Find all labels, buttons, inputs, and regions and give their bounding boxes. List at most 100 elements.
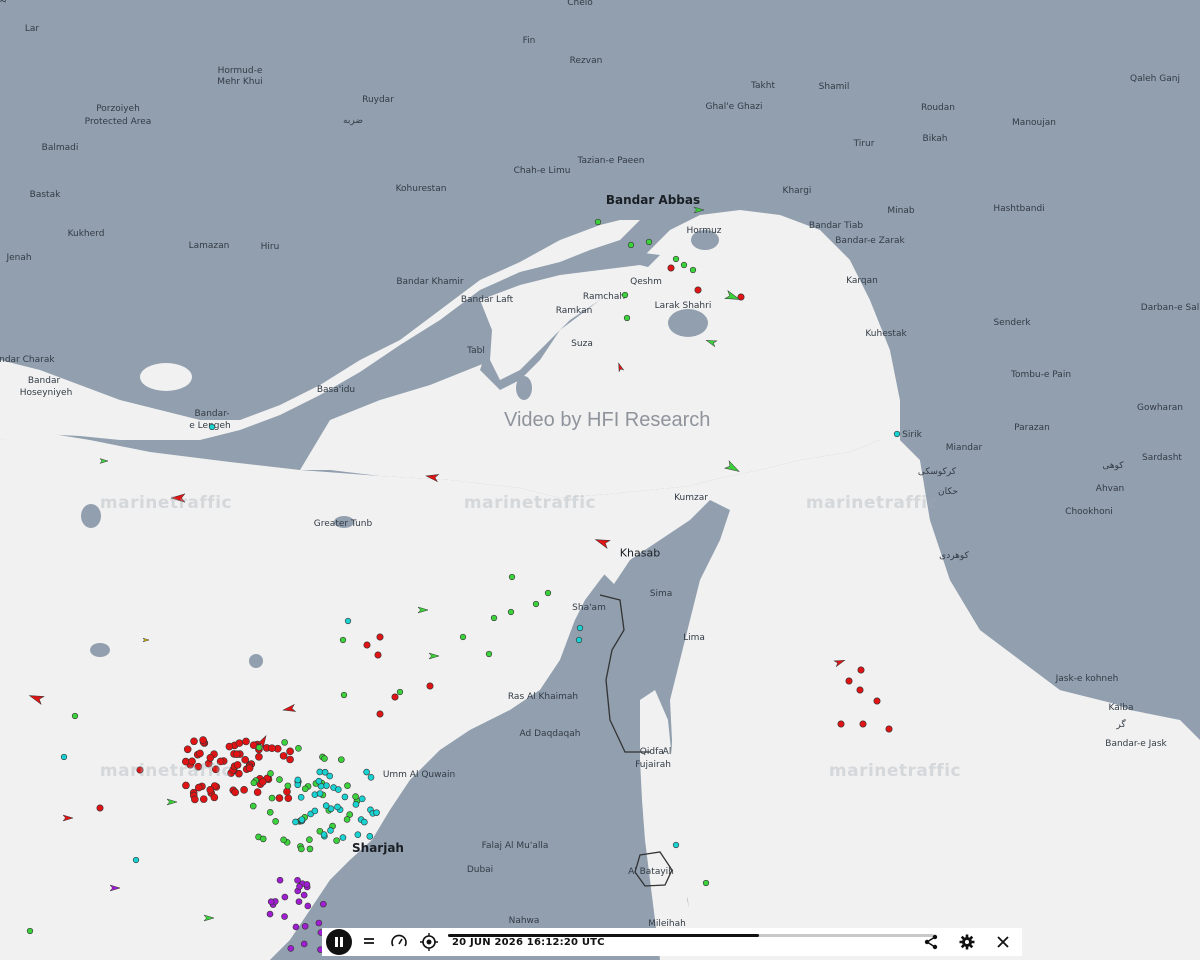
vessel-marker[interactable] <box>183 745 192 754</box>
vessel-marker[interactable] <box>343 816 351 823</box>
vessel-marker[interactable] <box>292 923 300 931</box>
vessel-marker[interactable] <box>627 241 635 249</box>
vessel-marker[interactable] <box>231 788 239 797</box>
vessel-marker[interactable] <box>300 891 308 899</box>
vessel-marker[interactable] <box>507 608 515 616</box>
vessel-marker[interactable] <box>281 893 289 901</box>
speed-button[interactable] <box>386 929 412 955</box>
vessel-marker[interactable] <box>485 650 493 658</box>
vessel-marker[interactable] <box>287 945 295 952</box>
vessel-arrow[interactable] <box>594 536 611 550</box>
vessel-marker[interactable] <box>301 922 309 930</box>
vessel-arrow[interactable] <box>425 472 440 483</box>
vessel-marker[interactable] <box>268 744 276 752</box>
vessel-marker[interactable] <box>297 794 305 801</box>
vessel-marker[interactable] <box>233 761 242 769</box>
vessel-marker[interactable] <box>339 636 347 644</box>
vessel-marker[interactable] <box>459 633 467 641</box>
vessel-arrow[interactable] <box>203 914 215 922</box>
vessel-marker[interactable] <box>96 804 104 812</box>
vessel-marker[interactable] <box>837 720 845 728</box>
vessel-arrow[interactable] <box>109 884 121 892</box>
vessel-marker[interactable] <box>295 898 303 905</box>
vessel-marker[interactable] <box>391 693 399 701</box>
vessel-marker[interactable] <box>335 786 342 793</box>
vessel-marker[interactable] <box>680 261 688 269</box>
vessel-marker[interactable] <box>208 423 216 431</box>
vessel-marker[interactable] <box>326 772 334 780</box>
vessel-marker[interactable] <box>242 737 250 746</box>
vessel-marker[interactable] <box>694 286 702 294</box>
vessel-marker[interactable] <box>284 782 292 790</box>
vessel-marker[interactable] <box>280 836 287 844</box>
pause-button[interactable] <box>326 929 352 955</box>
vessel-marker[interactable] <box>320 831 328 838</box>
vessel-marker[interactable] <box>245 764 254 772</box>
vessel-marker[interactable] <box>672 255 680 263</box>
vessel-marker[interactable] <box>396 688 404 696</box>
vessel-marker[interactable] <box>575 636 583 644</box>
vessel-marker[interactable] <box>376 710 384 718</box>
vessel-marker[interactable] <box>266 809 274 816</box>
vessel-marker[interactable] <box>544 589 552 597</box>
close-button[interactable] <box>990 929 1016 955</box>
vessel-marker[interactable] <box>182 781 190 790</box>
vessel-marker[interactable] <box>132 856 140 864</box>
vessel-marker[interactable] <box>426 682 434 690</box>
vessel-marker[interactable] <box>363 641 371 649</box>
vessel-marker[interactable] <box>376 633 384 641</box>
vessel-arrow[interactable] <box>62 814 74 822</box>
vessel-marker[interactable] <box>250 779 258 787</box>
vessel-marker[interactable] <box>857 666 865 674</box>
vessel-marker[interactable] <box>885 725 893 733</box>
vessel-arrow[interactable] <box>142 637 150 643</box>
vessel-arrow[interactable] <box>428 652 440 660</box>
vessel-marker[interactable] <box>235 739 244 747</box>
vessel-marker[interactable] <box>199 795 208 803</box>
vessel-marker[interactable] <box>253 788 262 796</box>
vessel-marker[interactable] <box>366 833 374 840</box>
locate-button[interactable] <box>416 929 442 955</box>
vessel-marker[interactable] <box>354 831 362 839</box>
vessel-arrow[interactable] <box>616 362 625 373</box>
vessel-marker[interactable] <box>672 841 680 849</box>
vessel-arrow[interactable] <box>282 703 297 713</box>
vessel-marker[interactable] <box>306 845 314 853</box>
vessel-marker[interactable] <box>311 807 319 815</box>
vessel-marker[interactable] <box>225 742 234 751</box>
vessel-marker[interactable] <box>71 712 79 720</box>
vessel-marker[interactable] <box>367 774 375 781</box>
vessel-marker[interactable] <box>361 818 368 826</box>
vessel-marker[interactable] <box>296 883 303 890</box>
vessel-arrow[interactable] <box>166 798 178 806</box>
vessel-marker[interactable] <box>532 600 540 608</box>
vessel-marker[interactable] <box>275 794 284 802</box>
vessel-marker[interactable] <box>210 793 219 802</box>
vessel-marker[interactable] <box>241 756 249 764</box>
vessel-marker[interactable] <box>508 573 516 581</box>
vessel-marker[interactable] <box>623 314 631 322</box>
vessel-marker[interactable] <box>286 755 294 764</box>
vessel-marker[interactable] <box>294 776 302 784</box>
vessel-marker[interactable] <box>319 900 327 908</box>
share-button[interactable] <box>918 929 944 955</box>
vessel-arrow[interactable] <box>693 206 705 214</box>
vessel-marker[interactable] <box>295 744 302 752</box>
progress-track[interactable] <box>448 934 934 937</box>
vessel-marker[interactable] <box>339 834 347 841</box>
vessel-marker[interactable] <box>284 794 293 802</box>
vessel-marker[interactable] <box>286 747 294 756</box>
vessel-marker[interactable] <box>190 737 198 746</box>
vessel-marker[interactable] <box>667 264 675 272</box>
vessel-marker[interactable] <box>276 776 283 783</box>
vessel-marker[interactable] <box>283 787 291 796</box>
vessel-marker[interactable] <box>576 624 584 632</box>
vessel-marker[interactable] <box>60 753 68 761</box>
vessel-marker[interactable] <box>303 881 311 888</box>
vessel-marker[interactable] <box>281 913 288 920</box>
vessel-marker[interactable] <box>267 898 275 905</box>
vessel-marker[interactable] <box>621 291 629 299</box>
settings-button[interactable] <box>954 929 980 955</box>
vessel-marker[interactable] <box>856 686 864 694</box>
vessel-marker[interactable] <box>594 218 602 226</box>
